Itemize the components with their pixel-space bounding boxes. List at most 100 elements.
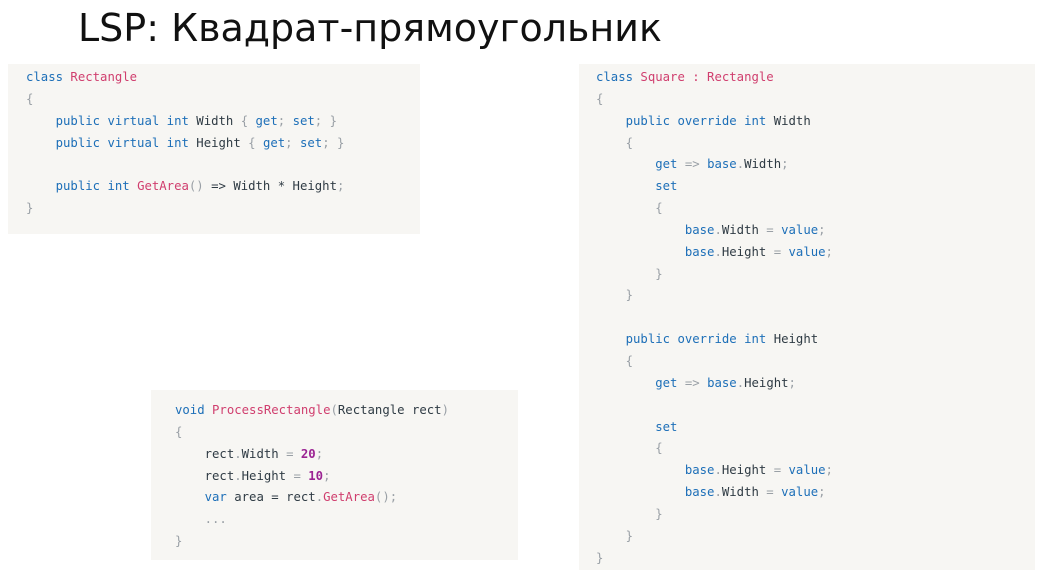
code-token: 20 xyxy=(300,446,316,461)
code-token: set xyxy=(655,179,678,194)
code-line: { xyxy=(596,351,1035,373)
code-token: rect xyxy=(175,446,235,461)
code-token: set xyxy=(299,135,323,150)
code-token: set xyxy=(655,419,678,434)
code-token: ; xyxy=(336,179,345,194)
code-token: ; xyxy=(323,468,331,483)
code-token: Height xyxy=(721,463,774,478)
code-token: base xyxy=(684,463,715,478)
code-token: base xyxy=(684,485,715,500)
code-token: Height xyxy=(744,375,789,390)
code-line: get => base.Height; xyxy=(596,373,1035,395)
code-token: . xyxy=(714,485,722,500)
code-line: var area = rect.GetArea(); xyxy=(175,487,518,509)
code-token: Width xyxy=(744,157,782,172)
code-token: { xyxy=(596,441,663,456)
code-token: ; xyxy=(277,113,293,128)
code-token: { xyxy=(596,353,634,368)
code-token: . xyxy=(315,490,324,505)
code-token: Square : Rectangle xyxy=(640,70,774,84)
code-token: public virtual int xyxy=(55,113,197,128)
code-token: } xyxy=(596,550,604,565)
code-token: ; xyxy=(825,244,833,259)
code-token: { xyxy=(596,201,663,216)
code-token: () xyxy=(188,179,212,194)
code-token: } xyxy=(596,506,663,521)
code-token: = xyxy=(773,463,789,478)
code-token: Width xyxy=(721,485,767,500)
code-line: ... xyxy=(175,509,518,531)
code-line: { xyxy=(26,89,420,111)
code-token: get xyxy=(262,135,286,150)
code-line: } xyxy=(175,531,518,553)
code-token: public virtual int xyxy=(55,135,197,150)
code-token: (); xyxy=(374,490,398,505)
code-token: { xyxy=(248,135,263,150)
code-line: class Rectangle xyxy=(26,67,420,89)
code-line: rect.Width = 20; xyxy=(175,444,518,466)
code-token: = xyxy=(286,446,301,461)
code-line: } xyxy=(596,504,1035,526)
code-token: } xyxy=(26,201,34,216)
code-token: . xyxy=(234,446,242,461)
code-token: = xyxy=(766,222,782,237)
code-token: ; xyxy=(818,485,826,500)
code-token: = xyxy=(293,468,309,483)
code-token: value xyxy=(788,463,826,478)
code-token: ; } xyxy=(322,135,345,150)
code-line: public int GetArea() => Width * Height; xyxy=(26,176,420,198)
code-token: Rectangle rect xyxy=(337,403,442,417)
code-token: . xyxy=(714,463,722,478)
code-line: } xyxy=(596,548,1035,570)
code-token: Height xyxy=(721,244,774,259)
code-line: base.Height = value; xyxy=(596,242,1035,264)
code-token: } xyxy=(596,528,634,543)
code-token: base xyxy=(707,157,737,172)
code-token: ... xyxy=(175,512,227,527)
code-token: get xyxy=(655,375,685,390)
code-token: base xyxy=(684,222,715,237)
code-token: Width xyxy=(773,113,811,128)
code-line: } xyxy=(596,526,1035,548)
code-token: public override int xyxy=(625,113,774,128)
code-line: } xyxy=(26,198,420,220)
code-token: { xyxy=(240,113,256,128)
code-line: set xyxy=(596,417,1035,439)
code-token: Height xyxy=(241,468,294,483)
code-token: get xyxy=(255,113,278,128)
code-token: GetArea xyxy=(137,179,189,194)
code-token: ; xyxy=(825,463,833,478)
code-token: ; xyxy=(781,157,789,172)
code-token: = xyxy=(766,485,782,500)
code-token: } xyxy=(596,288,634,303)
code-token: class xyxy=(26,70,71,84)
code-token: Width xyxy=(241,446,287,461)
code-token: ProcessRectangle xyxy=(212,403,331,417)
code-token: ; xyxy=(285,135,300,150)
code-token: . xyxy=(714,244,722,259)
code-line: public virtual int Height { get; set; } xyxy=(26,133,420,155)
code-token: value xyxy=(781,222,819,237)
code-token: => xyxy=(684,157,708,172)
code-token: { xyxy=(596,135,634,150)
code-token: } xyxy=(175,534,183,549)
code-token: ; xyxy=(315,446,324,461)
code-line: base.Width = value; xyxy=(596,482,1035,504)
code-token: . xyxy=(714,222,722,237)
code-token: ; xyxy=(818,222,826,237)
code-line: } xyxy=(596,285,1035,307)
code-token: 10 xyxy=(308,468,324,483)
code-token: value xyxy=(788,244,826,259)
code-token: ( xyxy=(330,403,338,417)
